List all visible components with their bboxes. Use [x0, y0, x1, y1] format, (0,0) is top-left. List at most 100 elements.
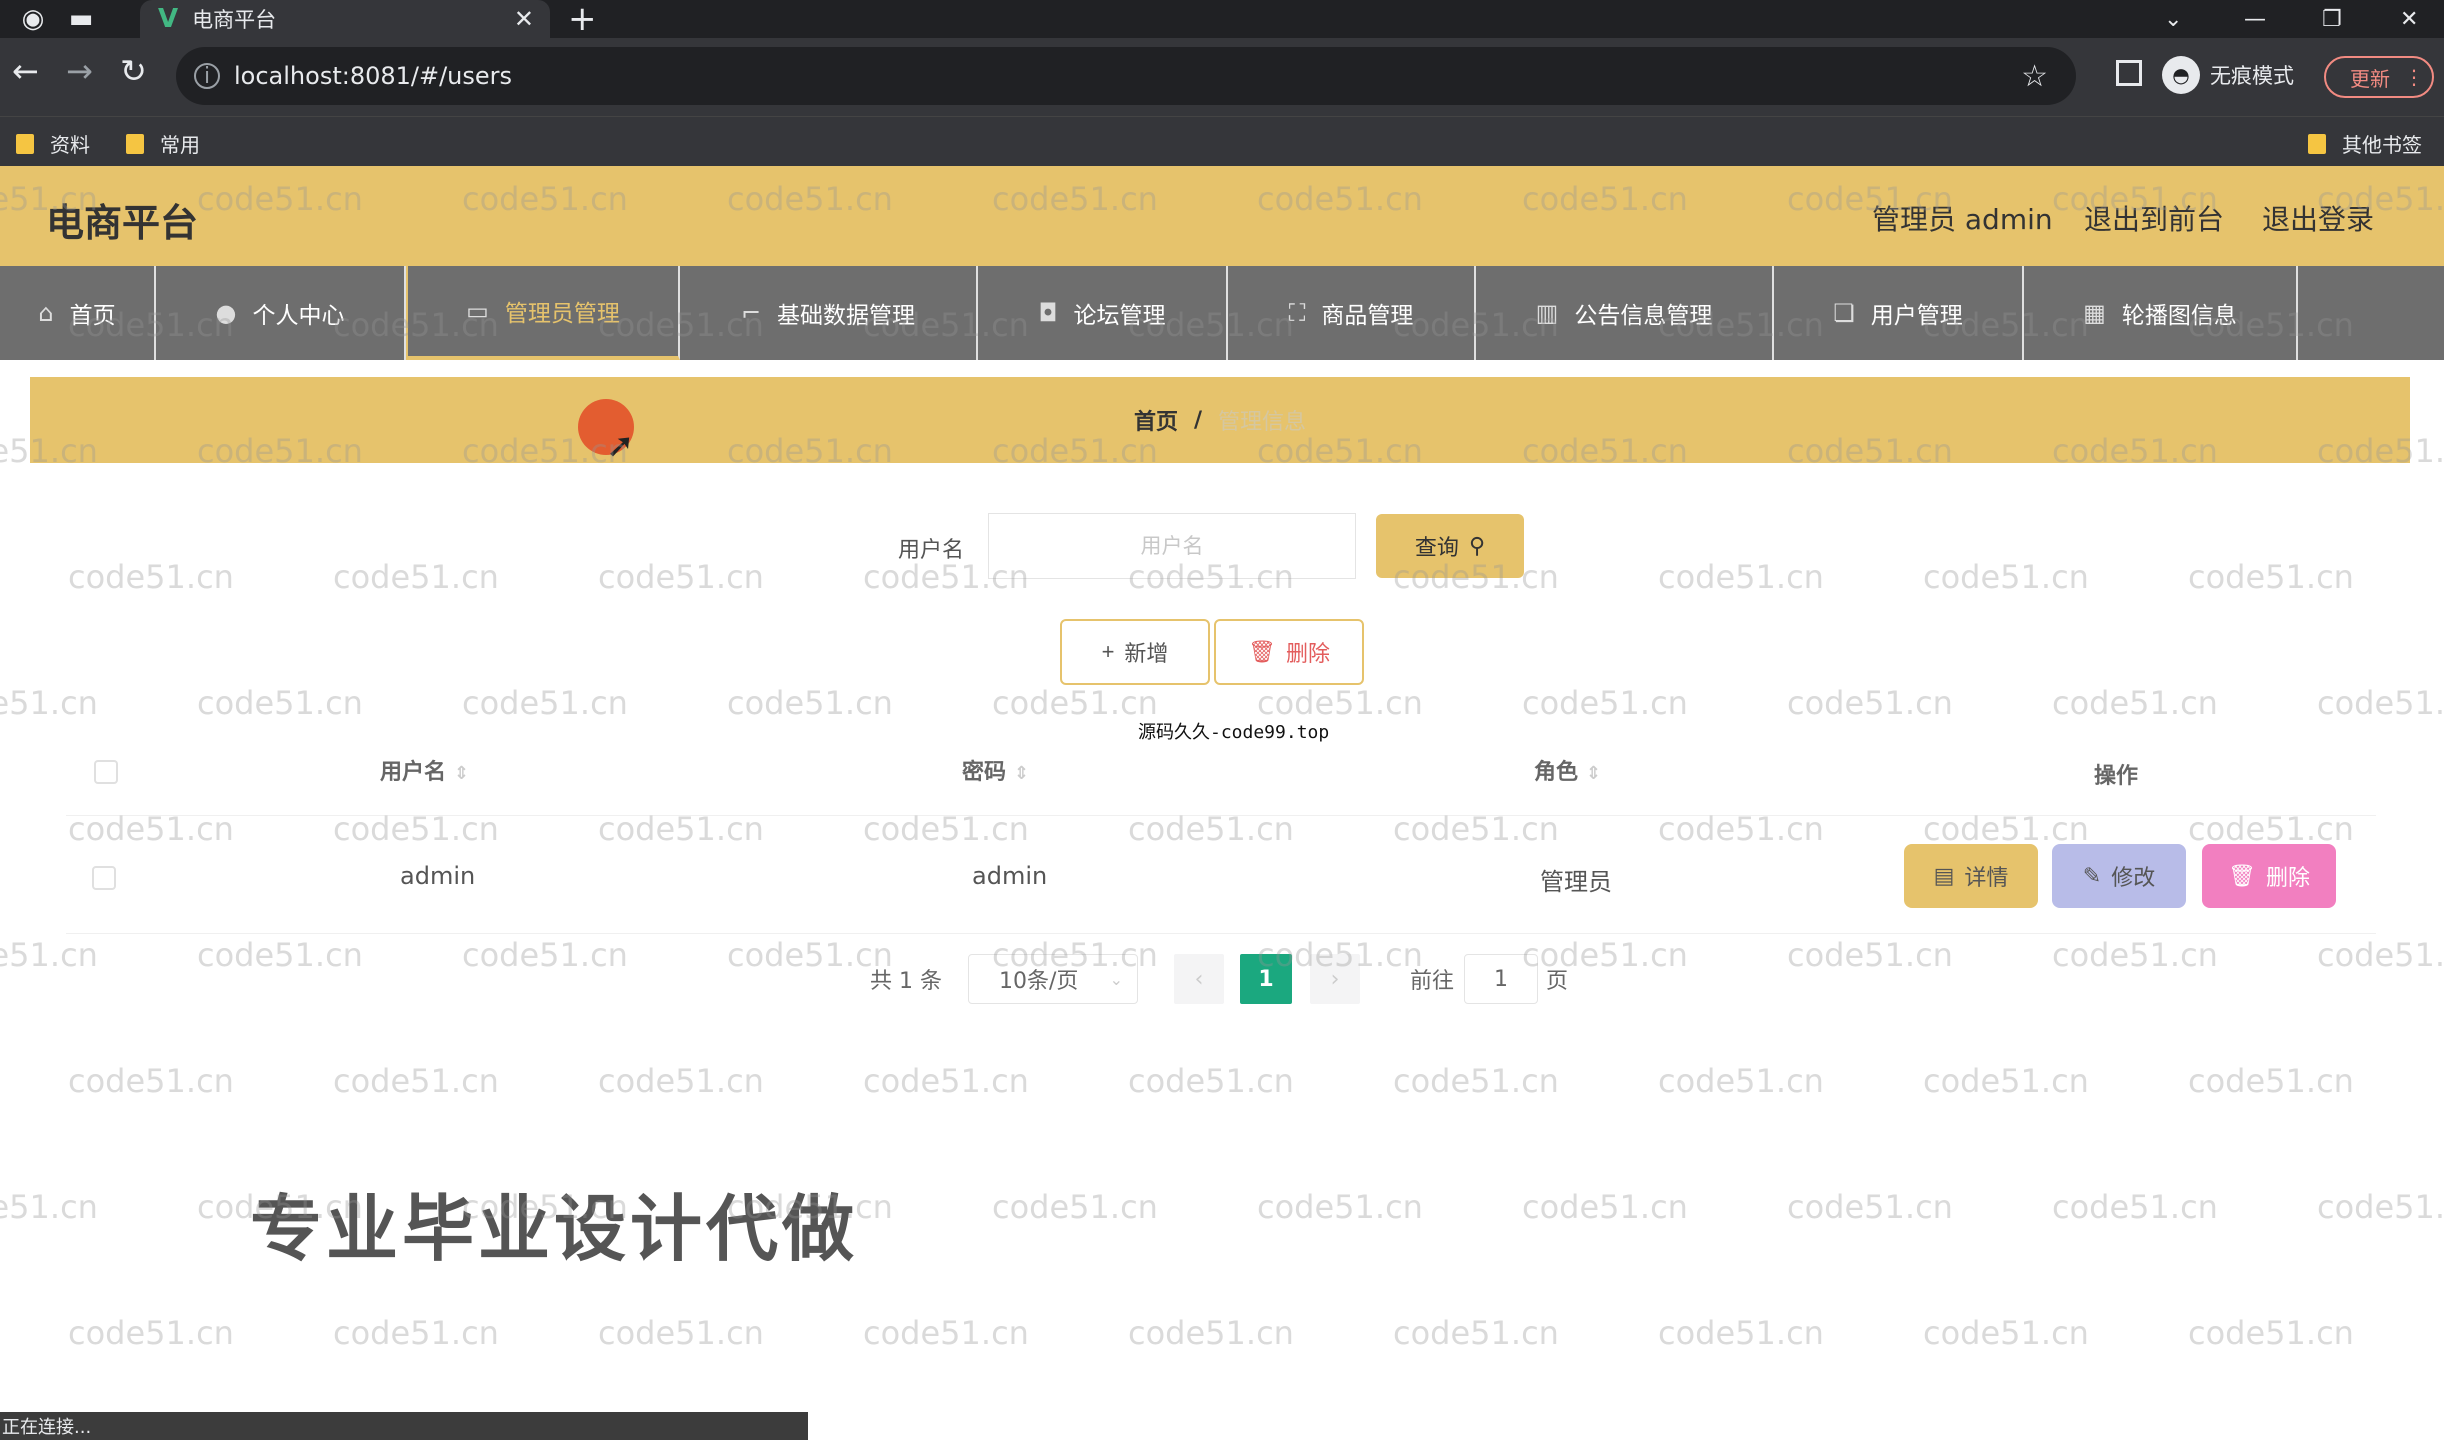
- next-page-button[interactable]: ›: [1310, 954, 1360, 1004]
- tab-list-chevron-icon[interactable]: ⌄: [2164, 0, 2182, 38]
- column-password[interactable]: 密码 ⇕: [962, 754, 1029, 786]
- breadcrumb-home[interactable]: 首页: [1134, 404, 1178, 436]
- watermark-text: code51.cn: [1393, 1314, 1559, 1352]
- update-label: 更新: [2350, 66, 2390, 91]
- nav-item-base-data[interactable]: ⌐ 基础数据管理: [680, 266, 978, 360]
- page-size-select[interactable]: 10条/页 ⌄: [968, 954, 1138, 1004]
- watermark-text: code51.cn: [598, 558, 764, 596]
- browser-tab[interactable]: V 电商平台 ✕: [140, 0, 550, 38]
- watermark-text: code51.cn: [992, 1188, 1158, 1226]
- column-role[interactable]: 角色 ⇕: [1534, 754, 1601, 786]
- front-link[interactable]: 退出到前台: [2084, 198, 2224, 238]
- nav-item-announcements[interactable]: ▥ 公告信息管理: [1476, 266, 1774, 360]
- watermark-text: code51.cn: [1923, 1062, 2089, 1100]
- reload-icon[interactable]: ↻: [120, 52, 147, 90]
- row-checkbox[interactable]: [92, 866, 116, 890]
- nav-item-admin-management[interactable]: ▭ 管理员管理: [406, 266, 680, 360]
- nav-item-carousel[interactable]: ▦ 轮播图信息: [2024, 266, 2298, 360]
- site-info-icon[interactable]: i: [194, 63, 220, 89]
- cell-password: admin: [972, 862, 1048, 890]
- nav-item-goods[interactable]: ⛶ 商品管理: [1228, 266, 1476, 360]
- trash-icon: 🗑: [2228, 863, 2256, 888]
- detail-button[interactable]: ▤ 详情: [1904, 844, 2038, 908]
- watermark-text: code51.cn: [863, 1314, 1029, 1352]
- watermark-text: code51.cn: [1658, 558, 1824, 596]
- incognito-indicator[interactable]: ◓ 无痕模式: [2162, 56, 2294, 94]
- card-icon: ▭: [466, 297, 489, 325]
- url-text[interactable]: localhost:8081/#/users: [234, 62, 512, 90]
- kebab-menu-icon[interactable]: ⋮: [2404, 65, 2424, 89]
- watermark-text: code51.cn: [863, 1062, 1029, 1100]
- watermark-text: code51.cn: [1923, 558, 2089, 596]
- row-delete-button[interactable]: 🗑 删除: [2202, 844, 2336, 908]
- chart-icon: ▥: [1535, 299, 1559, 327]
- nav-label: 基础数据管理: [777, 303, 916, 329]
- watermark-text: code51.cn: [2052, 936, 2218, 974]
- sort-icon[interactable]: ⇕: [454, 763, 469, 784]
- update-button[interactable]: 更新 ⋮: [2324, 56, 2434, 98]
- user-icon: ●: [215, 299, 237, 327]
- document-icon: ▤: [1933, 863, 1955, 888]
- nav-item-users[interactable]: ❏ 用户管理: [1774, 266, 2024, 360]
- watermark-text: code51.cn: [197, 684, 363, 722]
- search-label: 用户名: [898, 538, 965, 563]
- nav-label: 商品管理: [1321, 303, 1414, 329]
- folder-icon: [2308, 133, 2326, 154]
- query-label: 查询: [1414, 535, 1459, 560]
- other-bookmarks[interactable]: 其他书签: [2308, 129, 2422, 158]
- watermark-text: code51.cn: [2188, 1062, 2354, 1100]
- add-label: 新增: [1124, 641, 1169, 666]
- window-close-icon[interactable]: ✕: [2400, 0, 2418, 38]
- back-icon[interactable]: ←: [12, 52, 39, 90]
- detail-label: 详情: [1964, 865, 2009, 890]
- bookmark-star-icon[interactable]: ☆: [2021, 59, 2048, 94]
- bookmark-folder-ziliao[interactable]: 资料: [16, 129, 90, 158]
- watermark-text: code51.cn: [197, 936, 363, 974]
- tab-search-icon[interactable]: ▬: [66, 4, 96, 34]
- watermark-text: code51.cn: [1787, 1188, 1953, 1226]
- folder-icon: [16, 133, 34, 154]
- side-panel-icon[interactable]: [2116, 60, 2142, 86]
- bookmark-folder-changyong[interactable]: 常用: [126, 129, 200, 158]
- prev-page-button[interactable]: ‹: [1174, 954, 1224, 1004]
- browser-menu-icon[interactable]: ◉: [18, 4, 48, 34]
- tab-close-icon[interactable]: ✕: [514, 5, 534, 33]
- chevron-down-icon: ⌄: [1109, 969, 1123, 989]
- nav-item-home[interactable]: ⌂ 首页: [0, 266, 156, 360]
- ad-overlay-text: 专业毕业设计代做: [250, 1187, 859, 1271]
- edit-button[interactable]: ✎ 修改: [2052, 844, 2186, 908]
- nav-item-forum[interactable]: ◘ 论坛管理: [978, 266, 1228, 360]
- watermark-text: code51.cn: [1257, 1188, 1423, 1226]
- sort-icon[interactable]: ⇕: [1586, 763, 1601, 784]
- username-search-input[interactable]: [988, 513, 1356, 579]
- cell-role: 管理员: [1540, 868, 1612, 896]
- omnibox[interactable]: i localhost:8081/#/users ☆: [176, 47, 2076, 105]
- vue-logo-icon: V: [158, 4, 179, 34]
- add-button[interactable]: + 新增: [1060, 619, 1210, 685]
- restore-icon[interactable]: ❐: [2322, 0, 2342, 38]
- watermark-text: code51.cn: [2052, 1188, 2218, 1226]
- brand-title: 电商平台: [46, 201, 199, 245]
- sort-icon[interactable]: ⇕: [1014, 763, 1029, 784]
- column-label: 用户名: [380, 760, 447, 785]
- watermark-text: code51.cn: [462, 684, 628, 722]
- nav-item-profile[interactable]: ● 个人中心: [156, 266, 406, 360]
- query-button[interactable]: 查询 ⚲: [1376, 514, 1524, 578]
- nav-label: 管理员管理: [504, 301, 620, 327]
- watermark-text: code51.cn: [68, 1062, 234, 1100]
- page-size-value: 10条/页: [999, 969, 1079, 994]
- watermark-text: code51.cn: [2317, 684, 2444, 722]
- goto-label: 前往: [1410, 969, 1455, 994]
- crop-icon: ⌐: [740, 299, 762, 327]
- page-number-active[interactable]: 1: [1240, 954, 1292, 1004]
- watermark-text: code51.cn: [1128, 1314, 1294, 1352]
- batch-delete-button[interactable]: 🗑 删除: [1214, 619, 1364, 685]
- new-tab-button[interactable]: +: [568, 0, 597, 39]
- column-username[interactable]: 用户名 ⇕: [380, 754, 469, 786]
- watermark-text: code51.cn: [0, 1188, 98, 1226]
- goto-page-input[interactable]: [1464, 954, 1538, 1004]
- forward-icon[interactable]: →: [66, 52, 93, 90]
- minimize-icon[interactable]: —: [2244, 0, 2266, 38]
- logout-link[interactable]: 退出登录: [2262, 198, 2374, 238]
- select-all-checkbox[interactable]: [94, 760, 118, 784]
